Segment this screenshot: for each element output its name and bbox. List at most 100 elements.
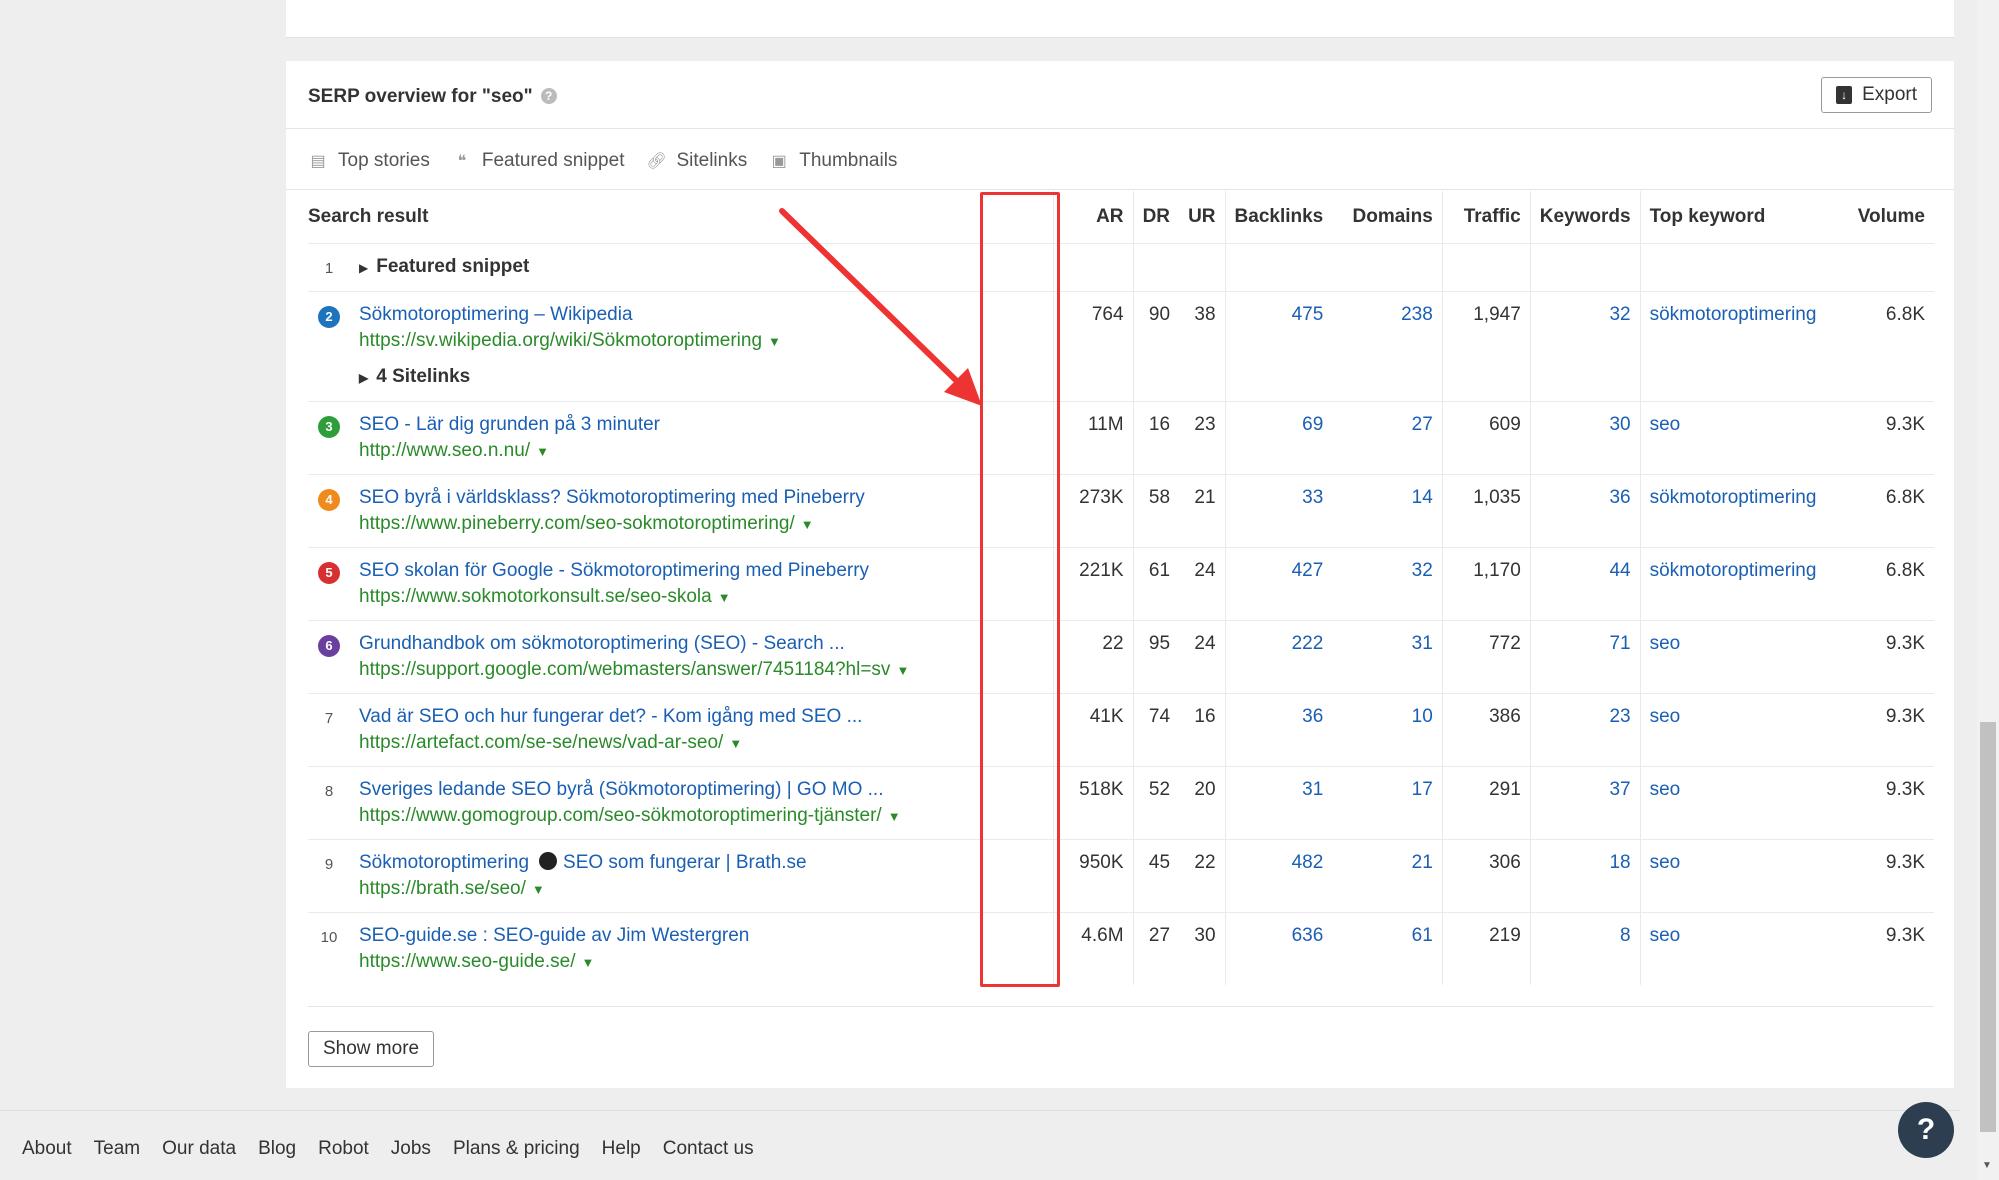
result-url[interactable]: https://sv.wikipedia.org/wiki/Sökmotorop… bbox=[359, 330, 1044, 352]
keywords-link[interactable]: 71 bbox=[1529, 620, 1641, 693]
top-keyword-link[interactable]: sökmotoroptimering bbox=[1639, 291, 1841, 401]
top-keyword-link[interactable]: sökmotoroptimering bbox=[1639, 474, 1841, 547]
scrollbar-thumb[interactable] bbox=[1980, 722, 1996, 1132]
domains-link[interactable]: 238 bbox=[1332, 291, 1442, 401]
expand-triangle-icon[interactable]: ▶ bbox=[359, 261, 368, 275]
keywords-link[interactable]: 44 bbox=[1529, 547, 1641, 620]
top-keyword-link[interactable]: seo bbox=[1639, 620, 1841, 693]
backlinks-link[interactable]: 36 bbox=[1224, 693, 1333, 766]
result-url[interactable]: https://www.gomogroup.com/seo-sökmotorop… bbox=[359, 805, 1044, 827]
top-keyword-link[interactable]: seo bbox=[1639, 766, 1841, 839]
export-button[interactable]: ↓ Export bbox=[1821, 77, 1932, 113]
show-more-button[interactable]: Show more bbox=[308, 1031, 435, 1067]
result-url[interactable]: https://brath.se/seo/▼ bbox=[359, 878, 1044, 900]
keywords-link[interactable]: 8 bbox=[1529, 912, 1641, 985]
footer-link-team[interactable]: Team bbox=[94, 1138, 140, 1160]
domains-link[interactable]: 32 bbox=[1332, 547, 1442, 620]
feature-thumbnails[interactable]: ▣ Thumbnails bbox=[769, 150, 898, 172]
footer-link-help[interactable]: Help bbox=[602, 1138, 641, 1160]
result-url[interactable]: https://support.google.com/webmasters/an… bbox=[359, 659, 1044, 681]
footer-link-jobs[interactable]: Jobs bbox=[391, 1138, 431, 1160]
keywords-link[interactable]: 18 bbox=[1529, 839, 1641, 912]
col-ar[interactable]: AR bbox=[1052, 191, 1134, 243]
dropdown-caret-icon[interactable]: ▼ bbox=[768, 334, 781, 349]
result-title-link[interactable]: Sveriges ledande SEO byrå (Sökmotoroptim… bbox=[359, 779, 883, 800]
result-url[interactable]: https://www.pineberry.com/seo-sokmotorop… bbox=[359, 513, 1044, 535]
col-keywords[interactable]: Keywords bbox=[1529, 191, 1641, 243]
top-keyword-link[interactable]: seo bbox=[1639, 912, 1841, 985]
domains-link[interactable]: 10 bbox=[1332, 693, 1442, 766]
col-backlinks[interactable]: Backlinks bbox=[1224, 191, 1333, 243]
result-title-link[interactable]: SEO skolan för Google - Sökmotoroptimeri… bbox=[359, 560, 869, 581]
keywords-link[interactable]: 36 bbox=[1529, 474, 1641, 547]
domains-link[interactable]: 27 bbox=[1332, 401, 1442, 474]
col-traffic[interactable]: Traffic bbox=[1441, 191, 1531, 243]
dropdown-caret-icon[interactable]: ▼ bbox=[536, 444, 549, 459]
result-title-link[interactable]: Vad är SEO och hur fungerar det? - Kom i… bbox=[359, 706, 862, 727]
backlinks-link[interactable]: 222 bbox=[1224, 620, 1333, 693]
help-chat-button[interactable]: ? bbox=[1898, 1102, 1954, 1158]
keywords-link[interactable]: 23 bbox=[1529, 693, 1641, 766]
table-row: 9 Sökmotoroptimering SEO som fungerar | B… bbox=[308, 839, 1934, 912]
result-title-link[interactable]: Sökmotoroptimering bbox=[359, 852, 529, 873]
backlinks-link[interactable]: 31 bbox=[1224, 766, 1333, 839]
result-url[interactable]: https://artefact.com/se-se/news/vad-ar-s… bbox=[359, 732, 1044, 754]
footer-link-our-data[interactable]: Our data bbox=[162, 1138, 236, 1160]
top-keyword-link[interactable]: seo bbox=[1639, 693, 1841, 766]
keywords-link[interactable]: 37 bbox=[1529, 766, 1641, 839]
col-ur[interactable]: UR bbox=[1179, 191, 1225, 243]
top-keyword-link[interactable]: seo bbox=[1639, 401, 1841, 474]
dropdown-caret-icon[interactable]: ▼ bbox=[718, 590, 731, 605]
domains-link[interactable]: 14 bbox=[1332, 474, 1442, 547]
top-keyword-link[interactable]: seo bbox=[1639, 839, 1841, 912]
result-title-link[interactable]: SEO - Lär dig grunden på 3 minuter bbox=[359, 414, 660, 435]
col-dr[interactable]: DR bbox=[1132, 191, 1180, 243]
col-search-result[interactable]: Search result bbox=[308, 191, 1053, 243]
backlinks-link[interactable]: 636 bbox=[1224, 912, 1333, 985]
domains-link[interactable]: 31 bbox=[1332, 620, 1442, 693]
top-keyword-link[interactable]: sökmotoroptimering bbox=[1639, 547, 1841, 620]
footer-link-blog[interactable]: Blog bbox=[258, 1138, 296, 1160]
volume-value: 9.3K bbox=[1885, 778, 1925, 800]
backlinks-link[interactable]: 482 bbox=[1224, 839, 1333, 912]
domains-link[interactable]: 17 bbox=[1332, 766, 1442, 839]
dropdown-caret-icon[interactable]: ▼ bbox=[801, 517, 814, 532]
scrollbar[interactable]: ▼ bbox=[1977, 0, 1999, 1180]
result-title-link[interactable]: Grundhandbok om sökmotoroptimering (SEO)… bbox=[359, 633, 845, 654]
backlinks-link[interactable]: 69 bbox=[1224, 401, 1333, 474]
sitelinks-toggle[interactable]: ▶ 4 Sitelinks bbox=[359, 366, 1044, 388]
feature-featured-snippet[interactable]: ❝ Featured snippet bbox=[452, 150, 625, 172]
backlinks-link[interactable]: 475 bbox=[1224, 291, 1333, 401]
footer-link-contact-us[interactable]: Contact us bbox=[663, 1138, 754, 1160]
featured-snippet-row[interactable]: 1 ▶ Featured snippet bbox=[308, 243, 1934, 291]
ar-value: 518K bbox=[1052, 766, 1134, 839]
footer-link-plans-pricing[interactable]: Plans & pricing bbox=[453, 1138, 580, 1160]
dropdown-caret-icon[interactable]: ▼ bbox=[729, 736, 742, 751]
scroll-down-arrow-icon[interactable]: ▼ bbox=[1982, 1160, 1992, 1171]
result-title-link[interactable]: Sökmotoroptimering – Wikipedia bbox=[359, 304, 633, 325]
backlinks-link[interactable]: 33 bbox=[1224, 474, 1333, 547]
result-url[interactable]: http://www.seo.n.nu/▼ bbox=[359, 440, 1044, 462]
result-title-link[interactable]: SEO-guide.se : SEO-guide av Jim Westergr… bbox=[359, 925, 749, 946]
dropdown-caret-icon[interactable]: ▼ bbox=[582, 955, 595, 970]
footer-link-robot[interactable]: Robot bbox=[318, 1138, 369, 1160]
backlinks-link[interactable]: 427 bbox=[1224, 547, 1333, 620]
col-domains[interactable]: Domains bbox=[1332, 191, 1442, 243]
col-volume[interactable]: Volume bbox=[1840, 191, 1934, 243]
keywords-link[interactable]: 30 bbox=[1529, 401, 1641, 474]
domains-link[interactable]: 21 bbox=[1332, 839, 1442, 912]
result-url[interactable]: https://www.sokmotorkonsult.se/seo-skola… bbox=[359, 586, 1044, 608]
dropdown-caret-icon[interactable]: ▼ bbox=[888, 809, 901, 824]
help-icon[interactable]: ? bbox=[540, 88, 557, 104]
feature-sitelinks[interactable]: 🔗︎ Sitelinks bbox=[646, 150, 747, 172]
keywords-link[interactable]: 32 bbox=[1529, 291, 1641, 401]
domains-link[interactable]: 61 bbox=[1332, 912, 1442, 985]
footer-link-about[interactable]: About bbox=[22, 1138, 72, 1160]
result-url[interactable]: https://www.seo-guide.se/▼ bbox=[359, 951, 1044, 973]
result-title-link-continued[interactable]: SEO som fungerar | Brath.se bbox=[563, 852, 807, 873]
feature-top-stories[interactable]: ▤ Top stories bbox=[308, 150, 429, 172]
dropdown-caret-icon[interactable]: ▼ bbox=[896, 663, 909, 678]
dropdown-caret-icon[interactable]: ▼ bbox=[532, 882, 545, 897]
col-top-keyword[interactable]: Top keyword bbox=[1639, 191, 1841, 243]
result-title-link[interactable]: SEO byrå i världsklass? Sökmotoroptimeri… bbox=[359, 487, 865, 508]
